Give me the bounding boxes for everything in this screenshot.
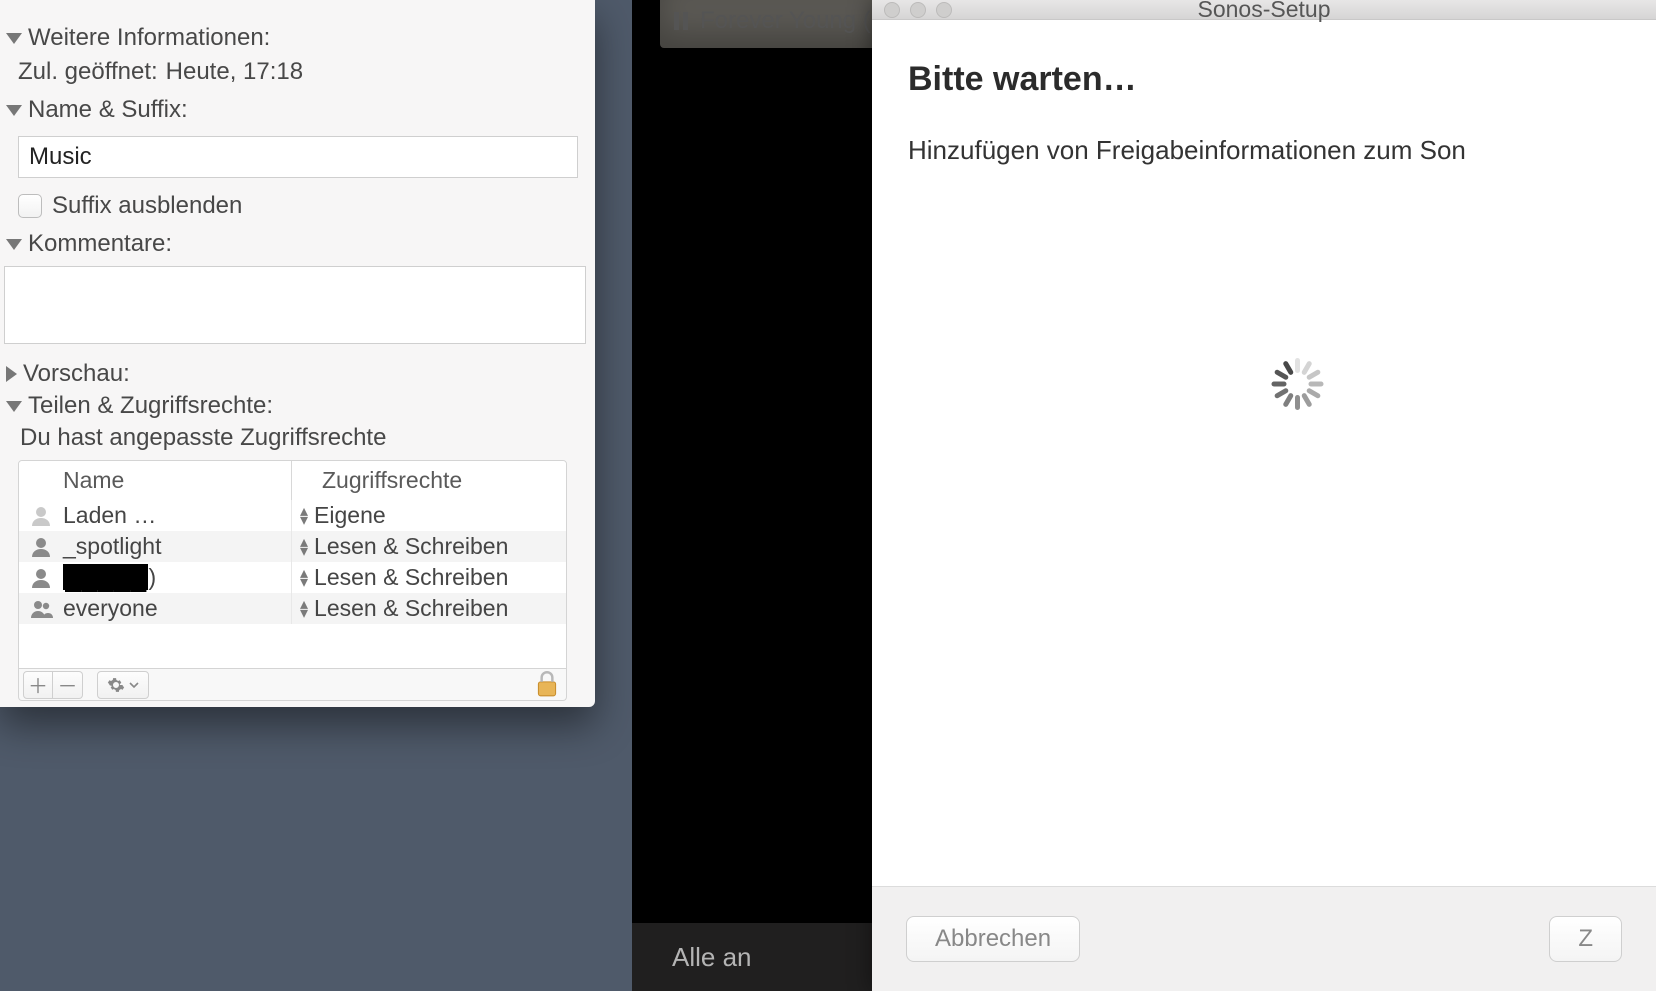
chevron-down-icon	[129, 680, 139, 690]
permissions-header: Name Zugriffsrechte	[19, 461, 566, 500]
last-opened-row: Zul. geöffnet: Heute, 17:18	[18, 58, 579, 86]
updown-icon: ▴▾	[300, 538, 308, 556]
section-label: Teilen & Zugriffsrechte:	[28, 392, 273, 420]
section-preview[interactable]: Vorschau:	[0, 358, 595, 390]
updown-icon: ▴▾	[300, 507, 308, 525]
section-sharing[interactable]: Teilen & Zugriffsrechte:	[0, 390, 595, 422]
user-icon	[27, 535, 55, 559]
last-opened-key: Zul. geöffnet:	[18, 58, 158, 86]
sonos-heading: Bitte warten…	[908, 60, 1620, 99]
hide-suffix-row[interactable]: Suffix ausblenden	[18, 192, 579, 220]
comments-textarea[interactable]	[4, 266, 586, 344]
updown-icon: ▴▾	[300, 569, 308, 587]
section-name-suffix[interactable]: Name & Suffix:	[0, 94, 595, 126]
pause-icon	[674, 12, 688, 30]
col-perm-header[interactable]: Zugriffsrechte	[292, 461, 566, 500]
hide-suffix-label: Suffix ausblenden	[52, 192, 242, 220]
sharing-desc: Du hast angepasste Zugriffsrechte	[0, 424, 595, 452]
finder-info-window: Weitere Informationen: Zul. geöffnet: He…	[0, 0, 595, 707]
perm-user-name: █████)	[63, 564, 156, 591]
zoom-window-button[interactable]	[936, 2, 952, 18]
next-button[interactable]: Z	[1549, 916, 1622, 962]
updown-icon: ▴▾	[300, 600, 308, 618]
next-button-label: Z	[1578, 925, 1593, 953]
lock-icon[interactable]	[534, 669, 560, 699]
checkbox-icon[interactable]	[18, 194, 42, 218]
action-menu-button[interactable]	[97, 671, 149, 699]
disclosure-down-icon	[6, 239, 22, 250]
perm-dropdown[interactable]: ▴▾ Eigene	[292, 500, 566, 531]
table-row[interactable]: everyone ▴▾ Lesen & Schreiben	[19, 593, 566, 624]
table-row[interactable]: _spotlight ▴▾ Lesen & Schreiben	[19, 531, 566, 562]
sonos-body: Bitte warten… Hinzufügen von Freigabeinf…	[872, 20, 1656, 886]
filename-input[interactable]	[18, 136, 578, 178]
redacted-username: █████	[63, 564, 148, 590]
disclosure-down-icon	[6, 105, 22, 116]
perm-user-name: everyone	[63, 595, 158, 622]
permissions-table: Name Zugriffsrechte Laden …▴▾Eigene_spot…	[18, 460, 567, 669]
user-icon	[27, 566, 55, 590]
user-icon	[27, 597, 55, 621]
perm-value: Lesen & Schreiben	[314, 595, 508, 622]
add-user-button[interactable]: ＋	[23, 671, 53, 699]
section-label: Weitere Informationen:	[28, 24, 270, 52]
disclosure-right-icon	[6, 366, 17, 382]
sonos-setup-window: Sonos-Setup Bitte warten… Hinzufügen von…	[872, 0, 1656, 991]
remove-user-button[interactable]: －	[53, 671, 83, 699]
perm-value: Eigene	[314, 502, 386, 529]
section-label: Kommentare:	[28, 230, 172, 258]
table-row[interactable]: █████) ▴▾ Lesen & Schreiben	[19, 562, 566, 593]
bottom-bar-left-label[interactable]: Alle an	[672, 942, 752, 973]
perm-user-name: _spotlight	[63, 533, 161, 560]
col-name-header[interactable]: Name	[19, 461, 292, 500]
last-opened-value: Heute, 17:18	[166, 58, 303, 86]
section-label: Vorschau:	[23, 360, 130, 388]
gear-icon	[107, 676, 125, 694]
perm-dropdown[interactable]: ▴▾ Lesen & Schreiben	[292, 562, 566, 593]
now-playing-title: Forever Young (Sp	[700, 7, 900, 35]
perm-dropdown[interactable]: ▴▾ Lesen & Schreiben	[292, 531, 566, 562]
window-traffic-lights[interactable]	[884, 2, 952, 18]
sonos-footer: Abbrechen Z	[872, 886, 1656, 991]
perm-value: Lesen & Schreiben	[314, 564, 508, 591]
cancel-button-label: Abbrechen	[935, 925, 1051, 953]
cancel-button[interactable]: Abbrechen	[906, 916, 1080, 962]
table-blank-row	[19, 624, 566, 668]
disclosure-down-icon	[6, 33, 22, 44]
permissions-toolbar: ＋ －	[18, 669, 567, 701]
close-window-button[interactable]	[884, 2, 900, 18]
section-comments[interactable]: Kommentare:	[0, 228, 595, 260]
section-more-info[interactable]: Weitere Informationen:	[0, 22, 595, 54]
sonos-status-text: Hinzufügen von Freigabeinformationen zum…	[908, 135, 1620, 166]
disclosure-down-icon	[6, 401, 22, 412]
perm-dropdown[interactable]: ▴▾ Lesen & Schreiben	[292, 593, 566, 624]
perm-user-name: Laden …	[63, 502, 156, 529]
spinner-icon	[1269, 356, 1325, 412]
minimize-window-button[interactable]	[910, 2, 926, 18]
section-label: Name & Suffix:	[28, 96, 188, 124]
user-icon	[27, 504, 55, 528]
perm-value: Lesen & Schreiben	[314, 533, 508, 560]
sonos-window-title: Sonos-Setup	[1198, 0, 1331, 23]
sonos-titlebar: Sonos-Setup	[872, 0, 1656, 20]
table-row[interactable]: Laden … ▴▾ Eigene	[19, 500, 566, 531]
